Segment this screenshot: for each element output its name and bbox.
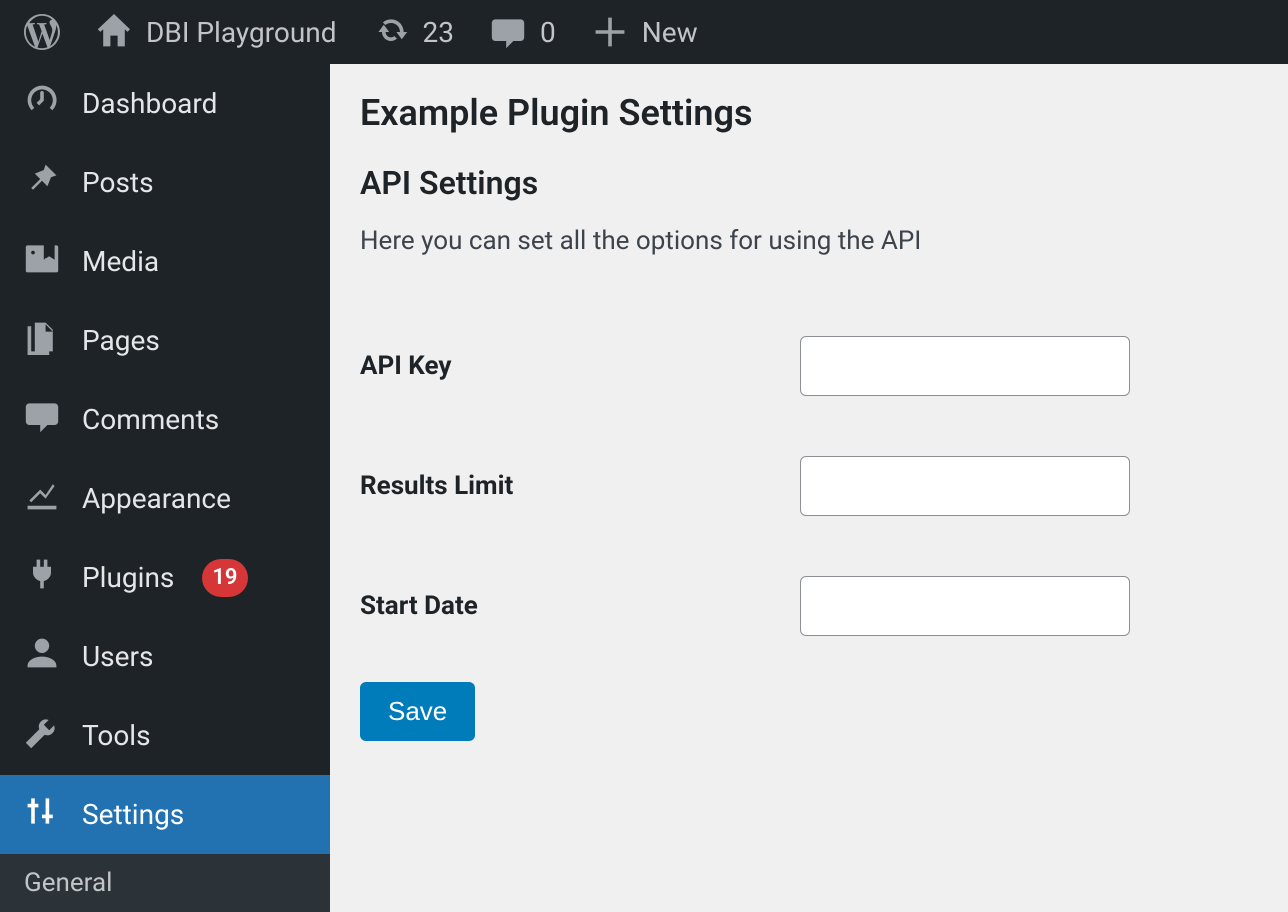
menu-users[interactable]: Users (0, 617, 330, 696)
field-row-start-date: Start Date (360, 546, 1258, 666)
user-icon (24, 635, 60, 678)
menu-label: Media (82, 245, 159, 278)
section-title: API Settings (360, 164, 1258, 202)
menu-label: Tools (82, 719, 151, 752)
comments-count: 0 (540, 16, 556, 49)
main-content: Example Plugin Settings API Settings Her… (330, 64, 1288, 888)
field-row-results-limit: Results Limit (360, 426, 1258, 546)
menu-comments[interactable]: Comments (0, 380, 330, 459)
menu-label: Posts (82, 166, 154, 199)
api-key-input[interactable] (800, 336, 1130, 396)
menu-pages[interactable]: Pages (0, 301, 330, 380)
wordpress-icon (24, 14, 60, 50)
admin-bar: DBI Playground 23 0 New (0, 0, 1288, 64)
menu-settings[interactable]: Settings (0, 775, 330, 854)
plus-icon (592, 14, 628, 50)
start-date-input[interactable] (800, 576, 1130, 636)
dashboard-icon (24, 82, 60, 125)
menu-label: Users (82, 640, 153, 673)
field-label: API Key (360, 306, 800, 426)
submenu-label: General (24, 868, 112, 898)
menu-label: Settings (82, 798, 184, 831)
new-content-link[interactable]: New (576, 4, 714, 60)
menu-posts[interactable]: Posts (0, 143, 330, 222)
menu-label: Appearance (82, 482, 231, 515)
menu-tools[interactable]: Tools (0, 696, 330, 775)
save-button[interactable]: Save (360, 682, 475, 741)
menu-label: Plugins (82, 561, 174, 594)
field-label: Results Limit (360, 426, 800, 546)
home-icon (96, 14, 132, 50)
new-label: New (642, 16, 698, 49)
settings-submenu: General (0, 854, 330, 912)
admin-sidebar: Dashboard Posts Media Pages Comment (0, 64, 330, 888)
site-name: DBI Playground (146, 16, 337, 49)
updates-link[interactable]: 23 (357, 4, 470, 60)
media-icon (24, 240, 60, 283)
field-label: Start Date (360, 546, 800, 666)
wp-logo[interactable] (8, 4, 76, 60)
settings-form: API Key Results Limit Start Date (360, 306, 1258, 666)
pin-icon (24, 161, 60, 204)
refresh-icon (373, 14, 409, 50)
menu-plugins[interactable]: Plugins 19 (0, 538, 330, 617)
pages-icon (24, 319, 60, 362)
appearance-icon (24, 477, 60, 520)
field-row-api-key: API Key (360, 306, 1258, 426)
menu-appearance[interactable]: Appearance (0, 459, 330, 538)
update-badge: 19 (202, 559, 247, 597)
submenu-general[interactable]: General (0, 854, 330, 912)
sliders-icon (24, 793, 60, 836)
menu-media[interactable]: Media (0, 222, 330, 301)
comments-icon (24, 398, 60, 441)
site-name-link[interactable]: DBI Playground (80, 4, 353, 60)
page-title: Example Plugin Settings (360, 92, 1258, 134)
comments-link[interactable]: 0 (474, 4, 572, 60)
section-description: Here you can set all the options for usi… (360, 226, 1258, 256)
menu-dashboard[interactable]: Dashboard (0, 64, 330, 143)
updates-count: 23 (423, 16, 454, 49)
comment-icon (490, 14, 526, 50)
results-limit-input[interactable] (800, 456, 1130, 516)
menu-label: Comments (82, 403, 219, 436)
menu-label: Pages (82, 324, 160, 357)
wrench-icon (24, 714, 60, 757)
menu-label: Dashboard (82, 87, 217, 120)
plugin-icon (24, 556, 60, 599)
